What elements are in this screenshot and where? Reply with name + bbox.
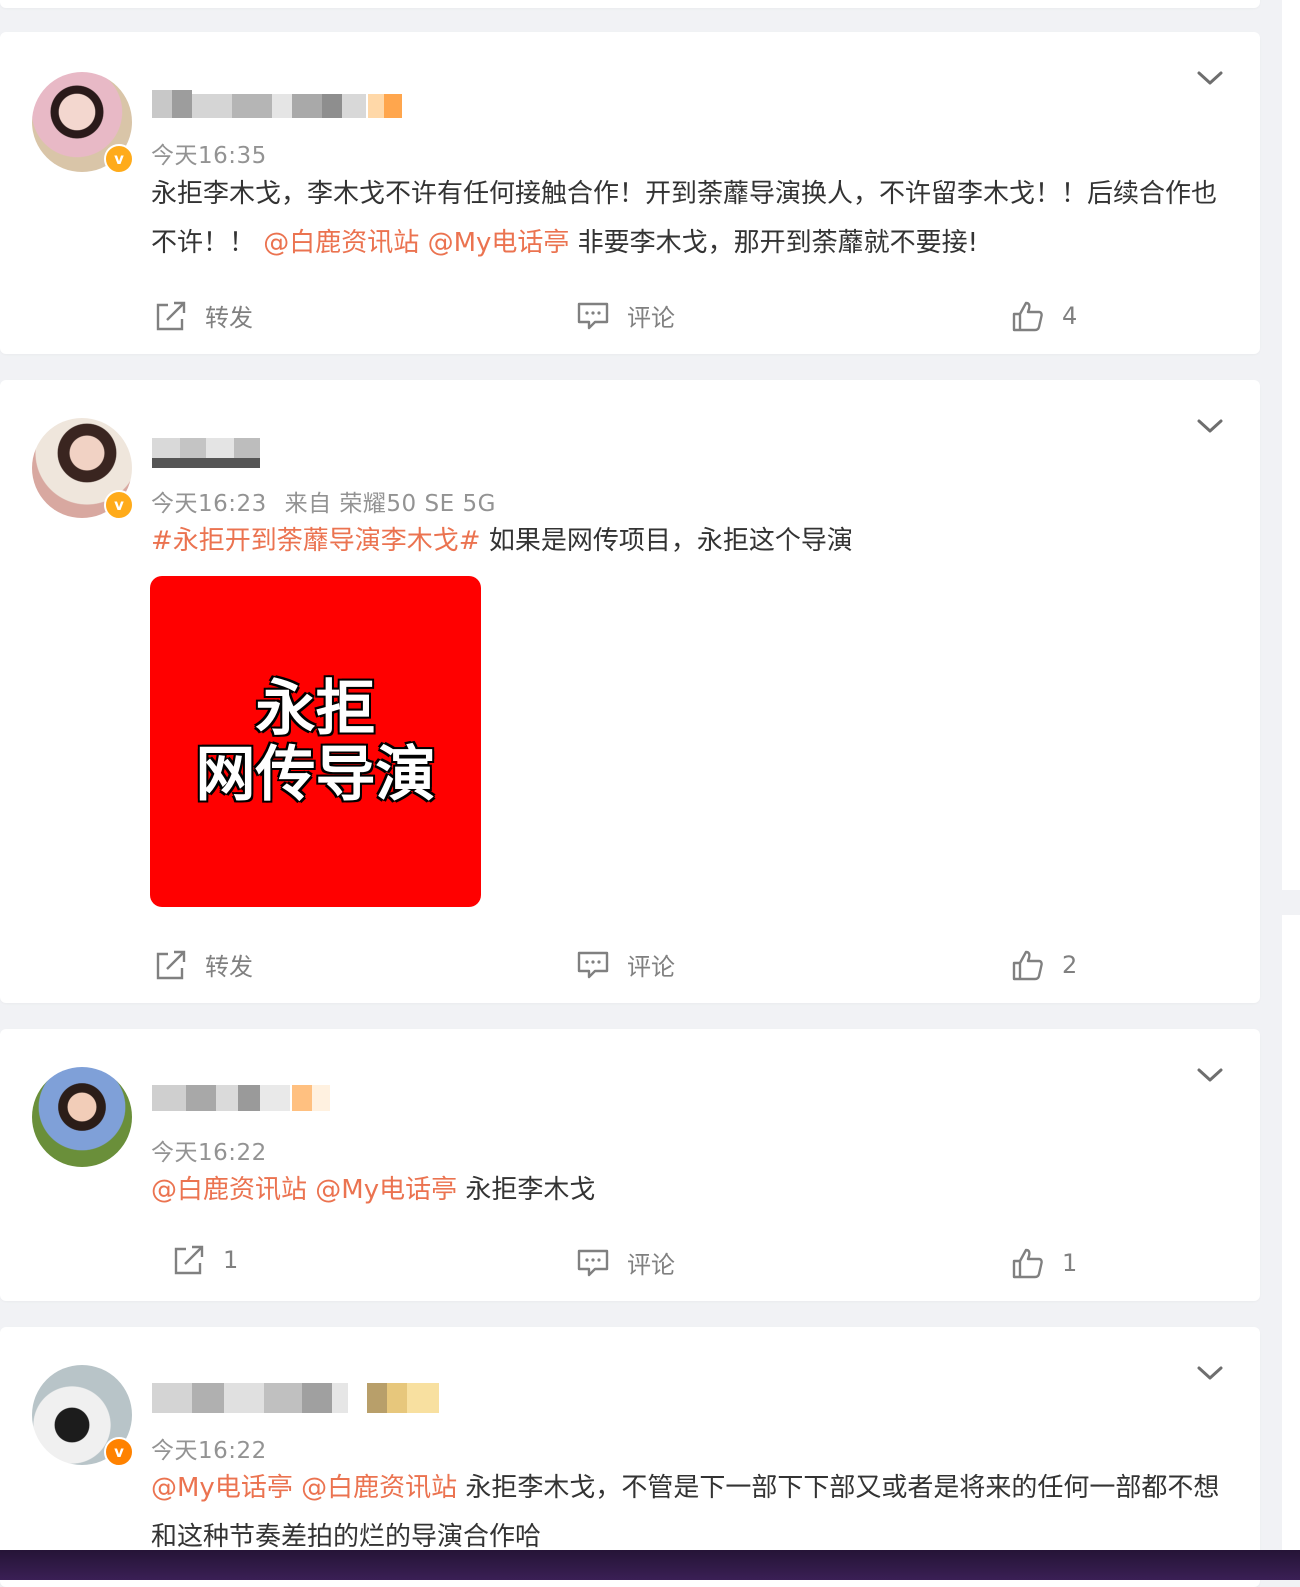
- repost-label: 转发: [205, 953, 253, 981]
- mention-link[interactable]: @My电话亭: [428, 228, 570, 258]
- right-sidebar-lower: [1282, 915, 1300, 1555]
- repost-icon: [156, 301, 186, 330]
- post-time[interactable]: 今天16:22: [151, 1431, 267, 1465]
- post-text: 永拒李木戈，李木戈不许有任何接触合作！开到荼蘼导演换人，不许留李木戈！！后续合作…: [151, 170, 1221, 268]
- feed-card: v 今天16:23 来自 荣耀50 SE 5G #永拒开到荼蘼导演李木戈# 如果…: [0, 380, 1260, 1003]
- repost-count: 1: [223, 1246, 239, 1274]
- comment-button[interactable]: 评论: [577, 1245, 675, 1280]
- like-button[interactable]: 1: [1012, 1247, 1077, 1279]
- like-icon: [1012, 950, 1043, 981]
- post-text: @白鹿资讯站 @My电话亭 永拒李木戈: [151, 1166, 1221, 1215]
- post-time[interactable]: 今天16:35: [151, 136, 267, 170]
- post-image[interactable]: 永拒 网传导演: [150, 576, 481, 907]
- repost-button[interactable]: 转发: [155, 947, 253, 982]
- comment-icon: [577, 1249, 609, 1276]
- like-count: 4: [1062, 302, 1078, 330]
- repost-button[interactable]: 1: [173, 1245, 238, 1275]
- post-source: 来自 荣耀50 SE 5G: [284, 491, 496, 517]
- mention-link[interactable]: @白鹿资讯站: [301, 1473, 457, 1503]
- mention-link[interactable]: @白鹿资讯站: [263, 228, 419, 258]
- comment-label: 评论: [627, 1251, 675, 1279]
- comment-button[interactable]: 评论: [577, 298, 675, 333]
- image-text-line: 永拒: [255, 673, 377, 744]
- chevron-down-icon[interactable]: [1196, 1363, 1224, 1383]
- avatar[interactable]: [32, 1067, 132, 1167]
- post-time[interactable]: 今天16:22: [151, 1133, 267, 1167]
- repost-label: 转发: [205, 304, 253, 332]
- like-icon: [1012, 301, 1043, 332]
- username-mosaic[interactable]: [152, 1383, 452, 1415]
- comment-button[interactable]: 评论: [577, 947, 675, 982]
- comment-label: 评论: [627, 953, 675, 981]
- post-time: 今天16:23 来自 荣耀50 SE 5G: [151, 484, 496, 518]
- post-text: @My电话亭 @白鹿资讯站 永拒李木戈，不管是下一部下下部又或者是将来的任何一部…: [151, 1464, 1221, 1562]
- repost-icon: [174, 1245, 204, 1275]
- comment-label: 评论: [627, 304, 675, 332]
- feed-card: 今天16:22 @白鹿资讯站 @My电话亭 永拒李木戈 1 评论 1: [0, 1029, 1260, 1301]
- username-mosaic[interactable]: [152, 1081, 352, 1113]
- username-mosaic[interactable]: [152, 90, 412, 122]
- comment-icon: [577, 951, 609, 978]
- chevron-down-icon[interactable]: [1196, 68, 1224, 88]
- mention-link[interactable]: @白鹿资讯站: [151, 1175, 307, 1205]
- avatar[interactable]: v: [32, 72, 134, 174]
- feed-card: v 今天16:35 永拒李木戈，李木戈不许有任何接触合作！开到荼蘼导演换人，不许…: [0, 32, 1260, 354]
- feed-card: v 今天16:22 @My电话亭 @白鹿资讯站 永拒李木戈，不管是下一部下下部又…: [0, 1327, 1260, 1587]
- post-text-body: 非要李木戈，那开到荼蘼就不要接!: [577, 228, 979, 258]
- post-text-body: 永拒李木戈: [465, 1175, 596, 1205]
- avatar[interactable]: v: [32, 418, 134, 520]
- chevron-down-icon[interactable]: [1196, 1065, 1224, 1085]
- like-count: 2: [1062, 951, 1078, 979]
- chevron-down-icon[interactable]: [1196, 416, 1224, 436]
- right-sidebar: [1282, 0, 1300, 890]
- post-text-body: 如果是网传项目，永拒这个导演: [488, 526, 853, 556]
- verified-badge: v: [104, 1437, 134, 1467]
- hashtag-link[interactable]: #永拒开到荼蘼导演李木戈#: [151, 526, 481, 556]
- comment-icon: [577, 302, 609, 329]
- bottom-bar: [0, 1550, 1300, 1580]
- repost-icon: [156, 950, 186, 979]
- like-count: 1: [1062, 1249, 1078, 1277]
- mention-link[interactable]: @My电话亭: [151, 1473, 293, 1503]
- verified-badge: v: [104, 490, 134, 520]
- post-time-text[interactable]: 今天16:23: [151, 491, 267, 517]
- avatar[interactable]: v: [32, 1365, 134, 1467]
- feed-card-partial: [0, 0, 1260, 8]
- like-button[interactable]: 4: [1012, 300, 1077, 332]
- verified-badge: v: [104, 144, 134, 174]
- post-text: #永拒开到荼蘼导演李木戈# 如果是网传项目，永拒这个导演: [151, 517, 1221, 566]
- username-mosaic[interactable]: [152, 436, 272, 468]
- mention-link[interactable]: @My电话亭: [315, 1175, 457, 1205]
- like-icon: [1012, 1248, 1043, 1279]
- repost-button[interactable]: 转发: [155, 298, 253, 333]
- image-text-line: 网传导演: [195, 739, 437, 810]
- like-button[interactable]: 2: [1012, 949, 1077, 981]
